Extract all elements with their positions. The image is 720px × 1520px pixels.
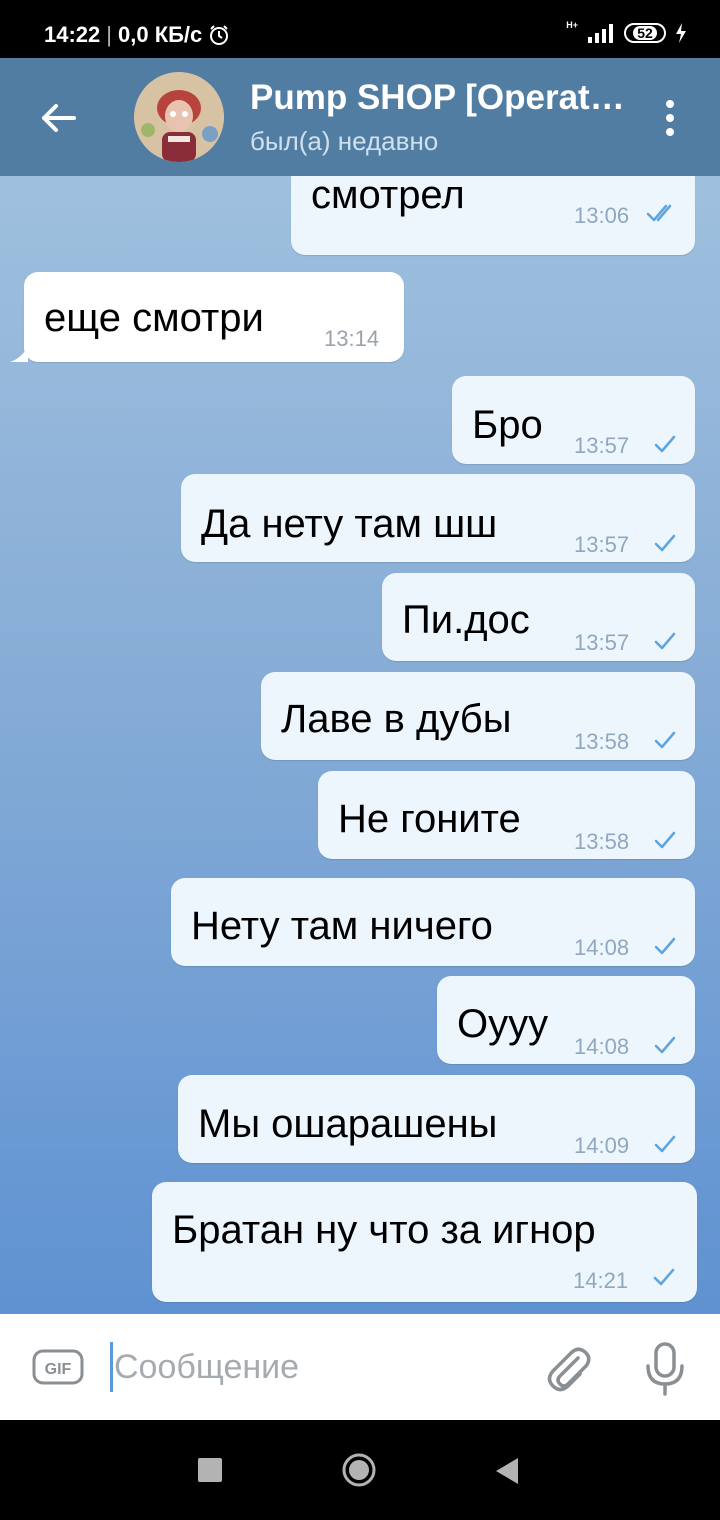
message-text: Оууу [457, 1002, 549, 1046]
status-separator: | [106, 22, 112, 47]
back-arrow-icon[interactable] [36, 96, 80, 140]
signal-icon [588, 24, 613, 43]
bubble-tail [10, 346, 28, 362]
system-nav-bar [0, 1420, 720, 1520]
message-time: 14:09 [574, 1133, 630, 1158]
check-icon [653, 1268, 675, 1286]
check-icon [654, 632, 676, 650]
message-bubble[interactable]: еще смотри 13:14 [24, 272, 404, 362]
message-bubble[interactable]: смотрел 13:06 [291, 176, 695, 255]
message-time: 14:08 [574, 1034, 630, 1059]
message-bubble[interactable]: Лаве в дубы 13:58 [261, 672, 695, 760]
message-text: Лаве в дубы [281, 697, 512, 741]
back-button[interactable] [492, 1456, 520, 1486]
recent-apps-button[interactable] [198, 1458, 222, 1482]
message-time: 14:08 [574, 935, 630, 960]
alarm-icon [210, 25, 229, 45]
gif-label: GIF [45, 1361, 72, 1378]
battery-level: 52 [633, 26, 657, 40]
status-bar-left: 14:22 | 0,0 КБ/с [44, 22, 230, 48]
network-speed: 0,0 КБ/с [118, 22, 203, 47]
battery-icon: 52 [624, 23, 666, 43]
chat-title[interactable]: Pump SHOP [Operat… [250, 78, 630, 118]
status-bar: 14:22 | 0,0 КБ/с H+ 52 [0, 0, 720, 58]
network-type: H+ [566, 19, 578, 30]
check-icon [654, 937, 676, 955]
chat-header: Pump SHOP [Operat… был(а) недавно [0, 58, 720, 176]
check-icon [654, 534, 676, 552]
home-button[interactable] [341, 1452, 377, 1488]
message-text: Пи.дос [402, 598, 530, 642]
message-text: Не гоните [338, 797, 521, 841]
message-time: 13:57 [574, 630, 630, 655]
message-list[interactable]: смотрел 13:06 еще смотри 13:14 Бро 13:57… [0, 176, 720, 1314]
message-time: 13:58 [574, 729, 630, 754]
message-input-bar: GIF Сообщение [0, 1314, 720, 1420]
message-bubble[interactable]: Мы ошарашены 14:09 [178, 1075, 695, 1163]
check-icon [654, 1036, 676, 1054]
message-text: Братан ну что за игнор [172, 1208, 596, 1252]
message-bubble[interactable]: Не гоните 13:58 [318, 771, 695, 859]
message-time: 13:14 [324, 326, 380, 351]
clock: 14:22 [44, 22, 101, 47]
message-text: смотрел [311, 176, 465, 217]
message-input[interactable]: Сообщение [114, 1342, 299, 1392]
check-icon [654, 831, 676, 849]
message-text: еще смотри [44, 296, 264, 340]
more-menu-icon[interactable] [655, 96, 685, 140]
message-text: Мы ошарашены [198, 1102, 498, 1146]
message-time: 13:57 [574, 433, 630, 458]
message-bubble[interactable]: Братан ну что за игнор 14:21 [152, 1182, 697, 1302]
check-icon [654, 1135, 676, 1153]
gif-icon[interactable]: GIF [32, 1349, 84, 1385]
message-bubble[interactable]: Бро 13:57 [452, 376, 695, 464]
check-icon [654, 435, 676, 453]
chat-status: был(а) недавно [250, 126, 439, 156]
message-bubble[interactable]: Нету там ничего 14:08 [171, 878, 695, 966]
message-time: 14:21 [573, 1268, 629, 1293]
message-text: Нету там ничего [191, 904, 493, 948]
message-text: Бро [472, 403, 543, 447]
text-cursor [110, 1342, 113, 1392]
double-check-icon [646, 204, 672, 222]
attach-icon[interactable] [540, 1342, 594, 1396]
message-time: 13:58 [574, 829, 630, 854]
microphone-icon[interactable] [638, 1340, 692, 1400]
avatar[interactable] [134, 72, 224, 162]
message-time: 13:06 [574, 203, 630, 228]
charging-icon [676, 23, 686, 43]
check-icon [654, 731, 676, 749]
message-bubble[interactable]: Пи.дос 13:57 [382, 573, 695, 661]
message-bubble[interactable]: Да нету там шш 13:57 [181, 474, 695, 562]
status-bar-right: H+ 52 [566, 19, 688, 44]
message-bubble[interactable]: Оууу 14:08 [437, 976, 695, 1064]
message-time: 13:57 [574, 532, 630, 557]
message-text: Да нету там шш [201, 502, 498, 546]
